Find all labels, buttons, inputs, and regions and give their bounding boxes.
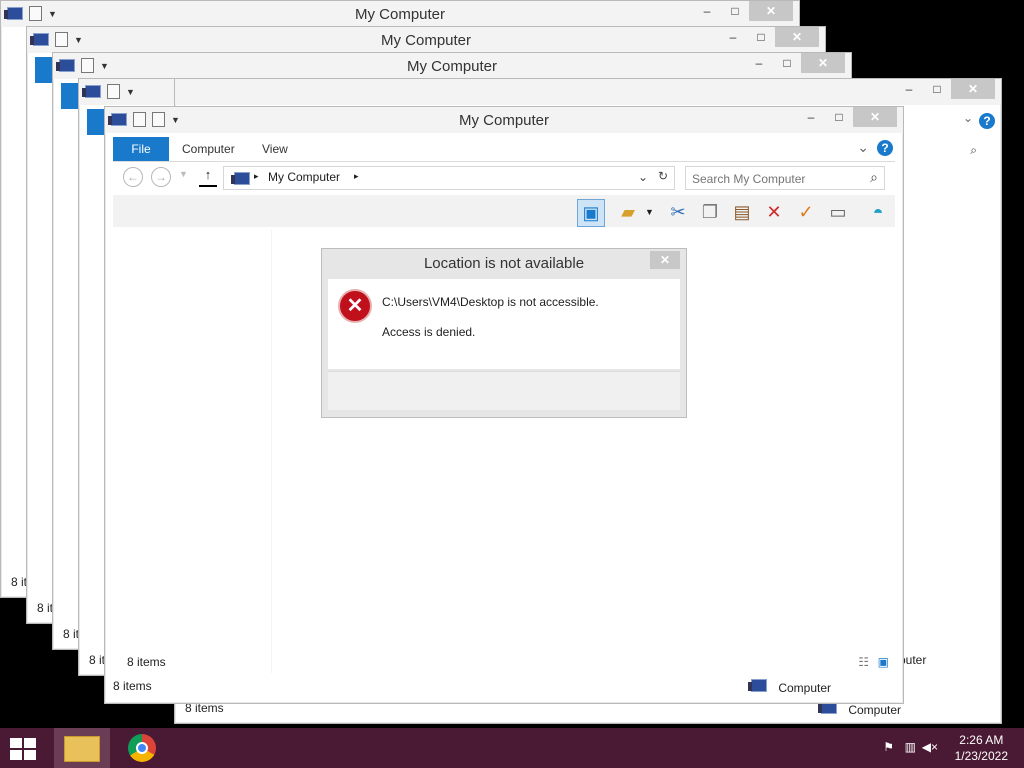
search-input[interactable] [690, 169, 854, 189]
dialog-title: Location is not available [423, 255, 585, 272]
search-icon[interactable]: ⌕ [870, 169, 878, 186]
taskbar: ⚑ ▥ ◀× 2:26 AM 1/23/2022 [0, 728, 1024, 768]
status-items: 8 it [89, 653, 106, 667]
file-explorer-taskbar-button[interactable] [54, 728, 110, 768]
dialog-detail: Access is denied. [382, 325, 476, 339]
window-title: My Computer [458, 112, 550, 129]
titlebar: ▼ My Computer –□✕ [1, 1, 799, 27]
titlebar: ▼ My Computer –□✕ [27, 27, 825, 53]
copy-icon[interactable]: ❐ [697, 199, 723, 225]
status-items: 8 items [113, 679, 152, 693]
up-button[interactable]: ↑ [199, 167, 217, 187]
close-button[interactable]: ✕ [775, 27, 819, 47]
status-items: 8 it [63, 627, 80, 641]
close-button[interactable]: ✕ [853, 107, 897, 127]
address-separator-icon: ▸ [254, 171, 259, 181]
navigation-bar: ← → ▼ ↑ ▸ My Computer ▸ ⌄ ↻ ⌕ [113, 163, 895, 193]
close-button[interactable]: ✕ [749, 1, 793, 21]
chrome-icon [128, 734, 156, 762]
command-toolbar: ▣ ▰ ▼ ✂ ❐ ▤ ✕ ✓ ▭ ◓ [113, 195, 895, 227]
dialog-close-button[interactable]: ✕ [650, 251, 680, 269]
error-icon: ✕ [338, 289, 372, 323]
window-title: My Computer [380, 32, 472, 49]
rename-icon[interactable]: ✓ [793, 199, 819, 225]
tab-file[interactable]: File [113, 137, 169, 161]
maximize-button[interactable]: □ [747, 27, 775, 47]
maximize-button[interactable]: □ [721, 1, 749, 21]
forward-button[interactable]: → [151, 167, 171, 187]
refresh-icon[interactable]: ↻ [658, 169, 668, 183]
search-box[interactable]: ⌕ [685, 166, 885, 190]
maximize-button[interactable]: □ [773, 53, 801, 73]
status-computer: Computer [748, 679, 832, 695]
status-recycle-fragment: cle Bin [971, 683, 989, 711]
back-button[interactable]: ← [123, 167, 143, 187]
delete-icon[interactable]: ✕ [761, 199, 787, 225]
dialog-message: C:\Users\VM4\Desktop is not accessible. [382, 295, 599, 309]
close-button[interactable]: ✕ [951, 79, 995, 99]
address-bar[interactable]: ▸ My Computer ▸ ⌄ ↻ [223, 166, 675, 190]
location-unavailable-dialog: Location is not available ✕ ✕ C:\Users\V… [321, 248, 687, 418]
help-icon[interactable]: ? [877, 140, 893, 156]
window-title: My Computer [406, 58, 498, 75]
maximize-button[interactable]: □ [825, 107, 853, 127]
dialog-body: ✕ C:\Users\VM4\Desktop is not accessible… [328, 279, 680, 369]
ribbon-tabs: File Computer View ⌄ ? [113, 137, 895, 162]
help-icon[interactable]: ? [979, 113, 995, 129]
address-dropdown-icon[interactable]: ⌄ [638, 170, 648, 184]
file-tab-partial[interactable] [35, 57, 53, 83]
properties-icon[interactable]: ▭ [825, 199, 851, 225]
computer-icon [231, 172, 250, 185]
volume-muted-icon[interactable]: ◀× [922, 740, 938, 754]
folder-icon [64, 736, 100, 762]
chevron-down-icon[interactable]: ▼ [645, 207, 654, 217]
network-icon[interactable]: ▥ [905, 740, 916, 754]
chrome-taskbar-button[interactable] [118, 728, 168, 768]
dialog-footer [328, 371, 680, 410]
recent-locations-icon[interactable]: ▼ [179, 169, 188, 179]
minimize-button[interactable]: – [719, 27, 747, 47]
start-button[interactable] [10, 738, 38, 760]
pane-divider[interactable] [271, 229, 272, 673]
search-icon[interactable]: ⌕ [970, 143, 977, 158]
maximize-button[interactable]: □ [923, 79, 951, 99]
status-computer-label: Computer [778, 681, 832, 695]
status-items: 8 items [127, 655, 166, 669]
tab-view[interactable]: View [262, 137, 288, 161]
clock-time: 2:26 AM [959, 733, 1004, 747]
clock-date: 1/23/2022 [954, 749, 1008, 763]
minimize-button[interactable]: – [745, 53, 773, 73]
close-button[interactable]: ✕ [801, 53, 845, 73]
window-title: My Computer [354, 6, 446, 23]
clock[interactable]: 2:26 AM 1/23/2022 [955, 732, 1008, 764]
status-items: 8 it [11, 575, 28, 589]
minimize-button[interactable]: – [797, 107, 825, 127]
status-computer-label: Computer [848, 703, 902, 717]
minimize-button[interactable]: – [693, 1, 721, 21]
file-tab-partial[interactable] [87, 109, 105, 135]
chevron-down-icon[interactable]: ⌄ [857, 139, 869, 156]
paste-icon[interactable]: ▤ [729, 199, 755, 225]
chevron-down-icon[interactable]: ⌄ [963, 111, 973, 125]
titlebar: ▼ My Computer –□✕ [105, 107, 903, 133]
folder-options-icon[interactable]: ▰ [615, 199, 641, 225]
details-view-icon[interactable]: ☷ [858, 655, 869, 669]
address-separator-icon: ▸ [354, 171, 359, 181]
titlebar: – □ ✕ [175, 79, 1001, 105]
large-icons-view-icon[interactable]: ▣ [878, 655, 889, 669]
preview-pane-button[interactable]: ▣ [577, 199, 605, 227]
address-path[interactable]: My Computer [268, 170, 340, 184]
computer-icon [748, 679, 767, 692]
file-tab-partial[interactable] [61, 83, 79, 109]
cut-icon[interactable]: ✂ [665, 199, 691, 225]
status-items: 8 it [37, 601, 54, 615]
minimize-button[interactable]: – [895, 79, 923, 99]
action-center-icon[interactable]: ⚑ [883, 740, 894, 754]
titlebar: ▼ My Computer –□✕ [53, 53, 851, 79]
tab-computer[interactable]: Computer [182, 137, 235, 161]
shell-icon[interactable]: ◓ [865, 199, 891, 225]
